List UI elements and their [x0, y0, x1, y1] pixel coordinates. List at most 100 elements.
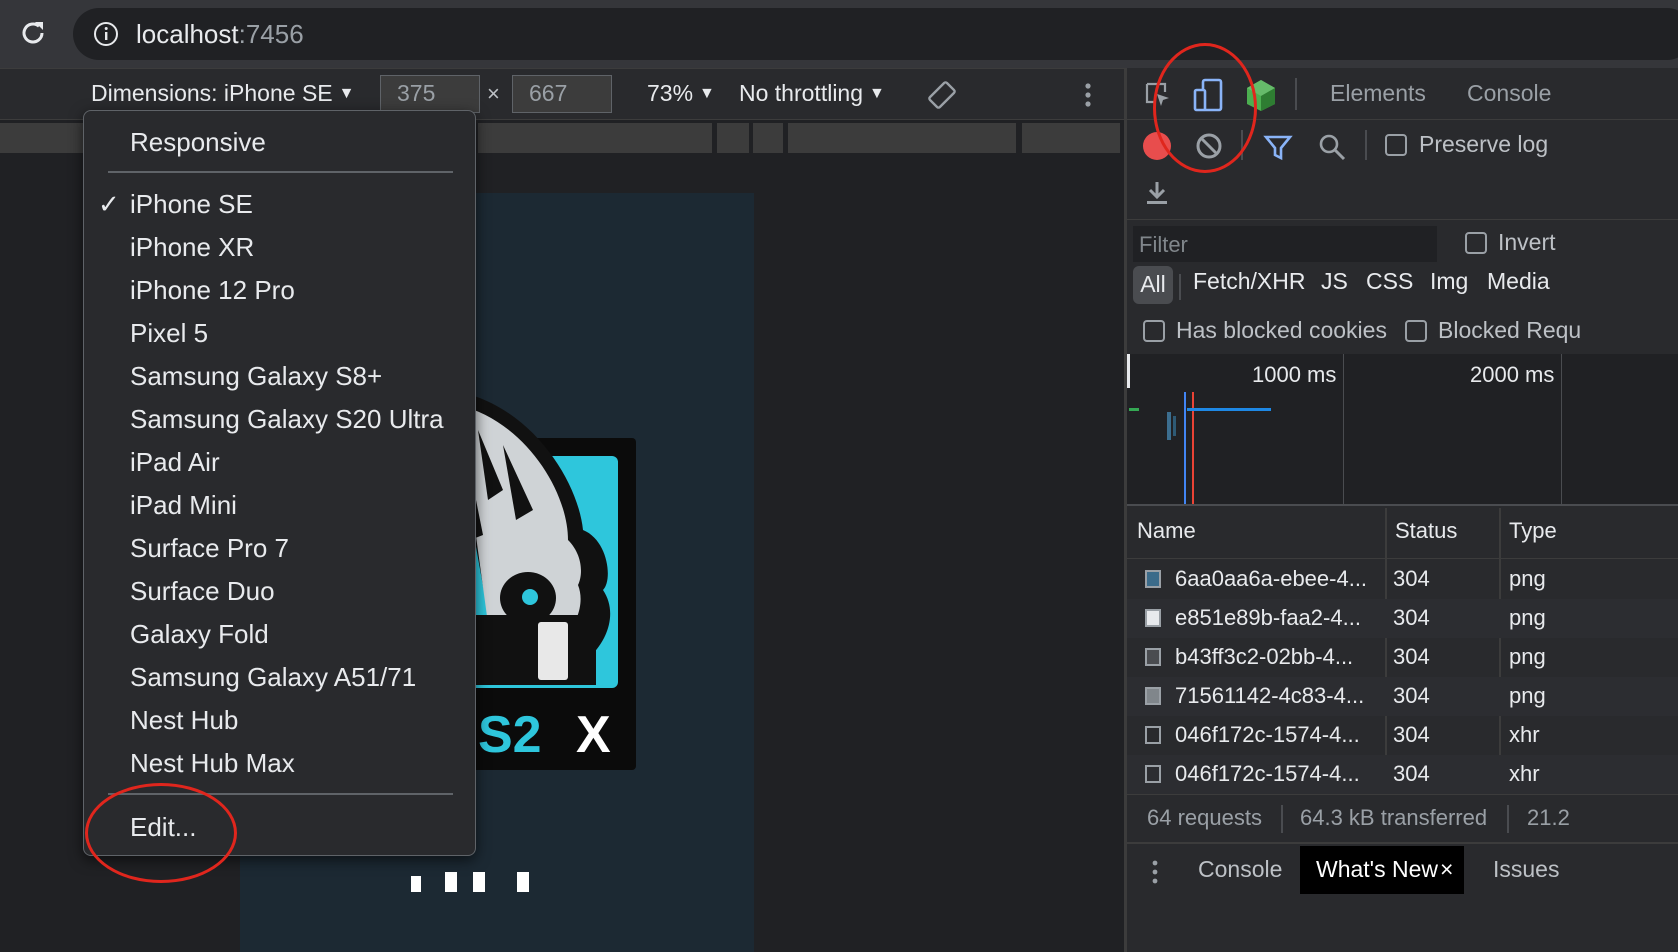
drawer-tab-whats-new[interactable]: What's New ×: [1300, 846, 1464, 894]
request-name: 6aa0aa6a-ebee-4...: [1175, 566, 1368, 591]
filter-icon[interactable]: [1263, 132, 1293, 162]
close-icon[interactable]: ×: [1440, 856, 1453, 883]
table-row[interactable]: b43ff3c2-02bb-4... 304 png: [1127, 638, 1678, 677]
menu-item-device[interactable]: iPhone 12 Pro: [130, 273, 295, 307]
column-header-type[interactable]: Type: [1509, 518, 1557, 544]
table-row[interactable]: e851e89b-faa2-4... 304 png: [1127, 599, 1678, 638]
height-input[interactable]: 667: [512, 75, 612, 113]
type-filter-all[interactable]: All: [1133, 266, 1173, 304]
caret-down-icon: ▼: [699, 85, 715, 102]
menu-item-device[interactable]: iPad Mini: [130, 488, 237, 522]
invert-label: Invert: [1498, 229, 1556, 255]
menu-item-responsive[interactable]: Responsive: [130, 125, 266, 159]
type-filter-img[interactable]: Img: [1430, 268, 1468, 295]
invert-checkbox[interactable]: [1465, 232, 1487, 254]
request-name: 046f172c-1574-4...: [1175, 722, 1360, 747]
request-name: e851e89b-faa2-4...: [1175, 605, 1361, 630]
tab-elements[interactable]: Elements: [1330, 80, 1426, 107]
blocked-requests-checkbox[interactable]: [1405, 320, 1427, 342]
devtools-drawer: Console What's New × Issues: [1127, 846, 1678, 952]
column-header-name[interactable]: Name: [1137, 518, 1196, 544]
request-status: 304: [1393, 761, 1430, 786]
times-symbol: ×: [487, 81, 500, 106]
menu-item-device[interactable]: Nest Hub Max: [130, 746, 295, 780]
menu-item-device[interactable]: iPad Air: [130, 445, 220, 479]
caret-down-icon: ▼: [869, 85, 885, 102]
request-status: 304: [1393, 683, 1430, 708]
menu-item-device[interactable]: Nest Hub: [130, 703, 238, 737]
image-file-icon: [1145, 687, 1161, 705]
dimensions-label: Dimensions: iPhone SE: [91, 80, 333, 106]
table-row[interactable]: 046f172c-1574-4... 304 xhr: [1127, 716, 1678, 755]
menu-item-device[interactable]: Surface Pro 7: [130, 531, 289, 565]
document-file-icon: [1145, 726, 1161, 744]
svg-text:S2: S2: [478, 706, 542, 764]
address-bar: localhost:7456: [0, 0, 1678, 68]
ruler-segment[interactable]: [753, 123, 783, 153]
request-type: xhr: [1509, 761, 1540, 786]
menu-item-device[interactable]: iPhone XR: [130, 230, 254, 264]
has-blocked-cookies-checkbox[interactable]: [1143, 320, 1165, 342]
device-dropdown-menu: Responsive ✓ iPhone SE iPhone XR iPhone …: [83, 110, 476, 856]
menu-item-device[interactable]: Galaxy Fold: [130, 617, 269, 651]
drawer-tab-console[interactable]: Console: [1198, 856, 1282, 883]
ruler-segment[interactable]: [788, 123, 1016, 153]
menu-item-device[interactable]: Samsung Galaxy S20 Ultra: [130, 402, 444, 436]
checkmark-icon: ✓: [98, 189, 120, 219]
annotation-circle-edit: [85, 783, 237, 883]
dimensions-dropdown[interactable]: Dimensions: iPhone SE ▼: [91, 80, 354, 107]
reload-icon[interactable]: [18, 18, 48, 48]
search-icon[interactable]: [1317, 132, 1347, 162]
devtools-panel: Elements Console Preserve log Filter Inv…: [1124, 68, 1678, 952]
preserve-log-checkbox[interactable]: [1385, 134, 1407, 156]
network-overview-timeline[interactable]: 1000 ms 2000 ms: [1127, 354, 1678, 506]
menu-item-device[interactable]: Pixel 5: [130, 316, 208, 350]
zoom-dropdown[interactable]: 73% ▼: [647, 80, 715, 107]
drawer-tab-issues[interactable]: Issues: [1493, 856, 1559, 883]
svg-text:X: X: [576, 706, 611, 764]
download-icon[interactable]: [1145, 180, 1169, 206]
overview-waterfall: [1129, 392, 1271, 504]
tab-console[interactable]: Console: [1467, 80, 1551, 107]
network-summary-bar: 64 requests 64.3 kB transferred 21.2: [1127, 794, 1678, 844]
ruler-segment[interactable]: [478, 123, 712, 153]
ruler-segment[interactable]: [0, 123, 83, 153]
page-heading-fragment: [411, 872, 529, 892]
url-text[interactable]: localhost:7456: [136, 19, 304, 50]
more-options-icon[interactable]: [1078, 79, 1098, 111]
header-divider: [1127, 558, 1678, 559]
toolbar-divider: [1295, 78, 1297, 110]
drawer-menu-icon[interactable]: [1149, 858, 1161, 886]
ruler-segment[interactable]: [1022, 123, 1120, 153]
rotate-icon[interactable]: [926, 79, 958, 111]
width-input[interactable]: 375: [380, 75, 480, 113]
blocked-requests-label: Blocked Requ: [1438, 317, 1582, 343]
ruler-segment[interactable]: [717, 123, 749, 153]
table-row[interactable]: 71561142-4c83-4... 304 png: [1127, 677, 1678, 716]
table-row[interactable]: 6aa0aa6a-ebee-4... 304 png: [1127, 560, 1678, 599]
column-header-status[interactable]: Status: [1395, 518, 1457, 544]
drawer-tab-whats-new-label: What's New: [1316, 856, 1438, 882]
url-host: localhost: [136, 19, 239, 49]
request-type: xhr: [1509, 722, 1540, 747]
type-filter-css[interactable]: CSS: [1366, 268, 1413, 295]
caret-down-icon: ▼: [338, 85, 355, 102]
table-row[interactable]: 046f172c-1574-4... 304 xhr: [1127, 755, 1678, 794]
menu-item-device[interactable]: Samsung Galaxy A51/71: [130, 660, 416, 694]
request-name: 046f172c-1574-4...: [1175, 761, 1360, 786]
filter-input[interactable]: Filter: [1133, 226, 1437, 262]
omnibox[interactable]: localhost:7456: [73, 8, 1678, 60]
image-file-icon: [1145, 609, 1161, 627]
throttling-dropdown[interactable]: No throttling ▼: [739, 80, 885, 107]
summary-transferred: 64.3 kB transferred: [1300, 805, 1488, 830]
type-filter-media[interactable]: Media: [1487, 268, 1550, 295]
request-name: 71561142-4c83-4...: [1175, 683, 1365, 708]
menu-item-device[interactable]: Surface Duo: [130, 574, 275, 608]
menu-item-device[interactable]: iPhone SE: [130, 187, 253, 221]
menu-item-device[interactable]: Samsung Galaxy S8+: [130, 359, 382, 393]
type-filter-fetch-xhr[interactable]: Fetch/XHR: [1193, 268, 1305, 295]
info-icon[interactable]: [93, 21, 119, 47]
request-type: png: [1509, 683, 1546, 708]
toolbar-divider: [1365, 130, 1367, 160]
type-filter-js[interactable]: JS: [1321, 268, 1348, 295]
